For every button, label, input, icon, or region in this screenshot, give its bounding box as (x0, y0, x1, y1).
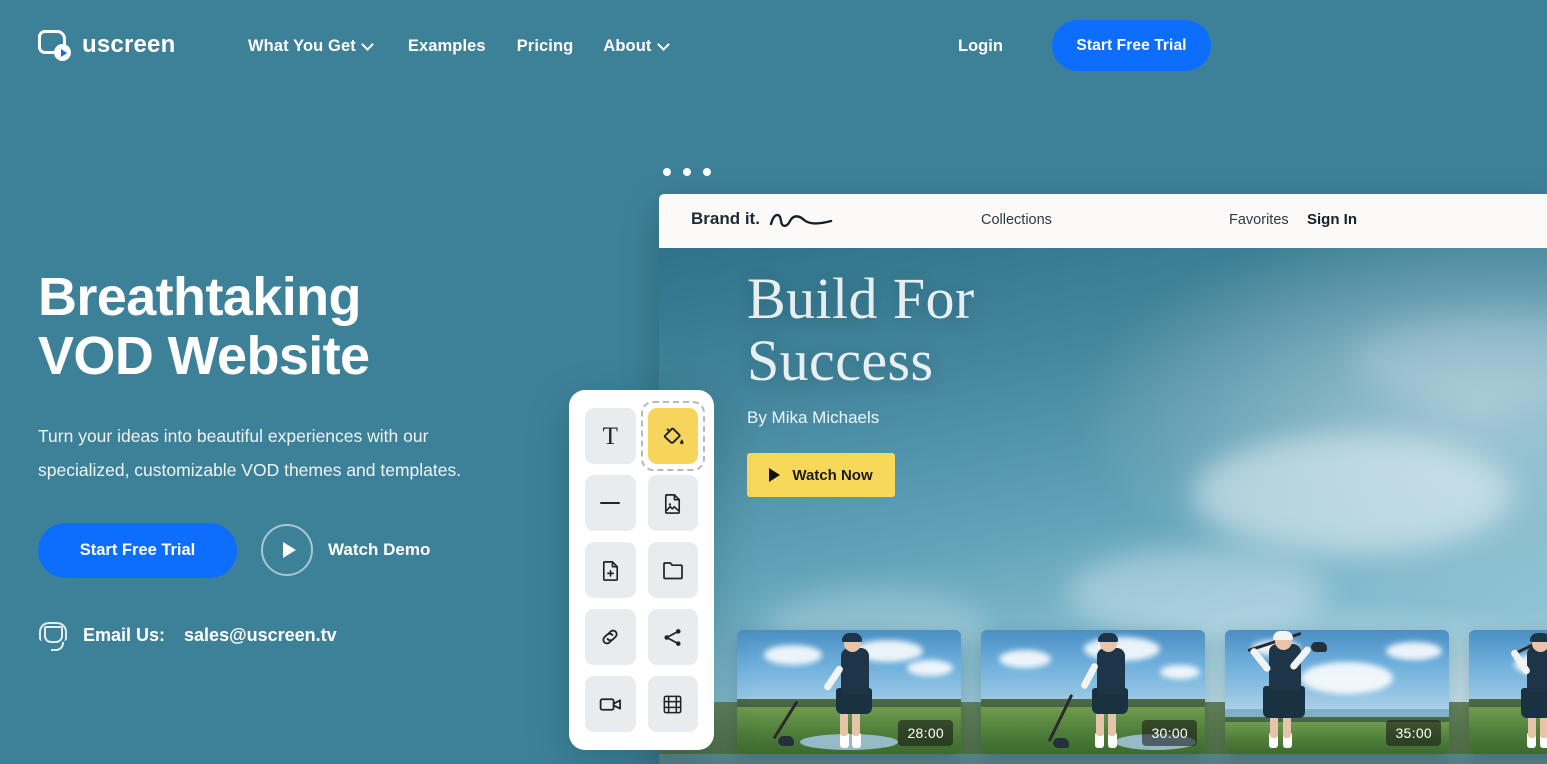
video-thumbnail[interactable] (1469, 630, 1547, 754)
chevron-down-icon (659, 40, 669, 50)
mockup-hero-title: Build For Success (747, 266, 975, 394)
product-mockup: Brand it. Collections Favorites Sign In (651, 162, 1547, 764)
mockup-window: Brand it. Collections Favorites Sign In (659, 194, 1547, 764)
mockup-stage: Build For Success By Mika Michaels Watch… (659, 248, 1547, 764)
mockup-site-nav: Brand it. Collections Favorites Sign In (659, 194, 1547, 248)
main-navigation: What You Get Examples Pricing About (248, 33, 669, 60)
headset-support-icon (38, 620, 70, 652)
nav-label: About (603, 37, 652, 55)
mockup-nav-favorites[interactable]: Favorites (1229, 212, 1289, 228)
paint-bucket-icon (664, 427, 684, 444)
text-T-icon: T (602, 422, 618, 450)
mockup-nav-signin[interactable]: Sign In (1307, 211, 1357, 228)
window-dot (663, 168, 671, 176)
video-thumbnail[interactable]: 30:00 (981, 630, 1205, 754)
add-page-tool[interactable] (585, 542, 636, 598)
video-tool[interactable] (585, 676, 636, 732)
play-triangle-icon (769, 468, 781, 483)
chevron-down-icon (363, 40, 373, 50)
file-plus-icon (602, 560, 618, 581)
thumb-cloud (907, 659, 954, 676)
video-duration-badge: 30:00 (1142, 720, 1197, 746)
nav-item-about[interactable]: About (603, 33, 668, 60)
watch-demo-label: Watch Demo (328, 540, 431, 560)
window-dots (663, 168, 711, 176)
watch-now-button[interactable]: Watch Now (747, 453, 895, 498)
share-tool[interactable] (647, 609, 698, 665)
image-file-icon (665, 493, 681, 514)
cloud (1191, 433, 1512, 554)
mockup-brand: Brand it. (691, 209, 834, 229)
watch-demo-button[interactable]: Watch Demo (261, 524, 431, 577)
horizontal-line-icon (600, 502, 621, 504)
header-start-free-trial-button[interactable]: Start Free Trial (1052, 20, 1211, 71)
hero-actions: Start Free Trial Watch Demo (38, 522, 508, 578)
image-tool[interactable] (647, 475, 698, 531)
nav-item-pricing[interactable]: Pricing (517, 33, 574, 60)
share-nodes-icon (664, 628, 681, 646)
page-title: Breathtaking VOD Website (38, 267, 370, 386)
folder-icon (662, 562, 683, 580)
signature-squiggle-icon (769, 213, 833, 228)
thumb-cloud (763, 644, 822, 665)
line-tool[interactable] (585, 475, 636, 531)
video-thumbnail-strip: 28:00 30:00 35:00 (737, 630, 1547, 754)
hero-start-free-trial-button[interactable]: Start Free Trial (38, 522, 237, 578)
link-tool[interactable] (585, 609, 636, 665)
brand-logo[interactable]: uscreen (38, 30, 176, 61)
video-thumbnail[interactable]: 28:00 (737, 630, 961, 754)
window-dot (703, 168, 711, 176)
nav-item-examples[interactable]: Examples (408, 33, 486, 60)
email-us-label: Email Us: (83, 625, 166, 646)
window-dot (683, 168, 691, 176)
email-contact[interactable]: Email Us: sales@uscreen.tv (38, 620, 508, 652)
thumb-pond (799, 734, 899, 750)
text-tool[interactable]: T (585, 408, 636, 464)
uscreen-play-logo-icon (38, 30, 71, 61)
login-link[interactable]: Login (958, 37, 1003, 56)
video-camera-icon (599, 697, 621, 711)
nav-item-what-you-get[interactable]: What You Get (248, 33, 373, 60)
mockup-brand-label: Brand it. (691, 209, 760, 228)
editor-toolbar: T (569, 390, 714, 750)
thumb-cloud (998, 649, 1051, 668)
play-circle-icon (261, 524, 313, 577)
hero-subtitle: Turn your ideas into beautiful experienc… (38, 425, 462, 481)
fill-tool[interactable] (640, 401, 705, 471)
link-chain-icon (602, 629, 618, 645)
video-duration-badge: 28:00 (898, 720, 953, 746)
landing-page: Brand it. Collections Favorites Sign In (0, 0, 1547, 764)
thumb-cloud (1160, 664, 1201, 679)
filmstrip-tool[interactable] (647, 676, 698, 732)
nav-label: Pricing (516, 37, 574, 55)
mockup-hero-byline: By Mika Michaels (747, 408, 880, 428)
brand-name: uscreen (82, 30, 176, 58)
folder-tool[interactable] (647, 542, 698, 598)
email-address-link[interactable]: sales@uscreen.tv (184, 625, 337, 646)
video-thumbnail[interactable]: 35:00 (1225, 630, 1449, 754)
cloud (1067, 548, 1328, 639)
film-strip-icon (663, 695, 682, 713)
watch-now-label: Watch Now (792, 466, 873, 484)
water-hazard (659, 754, 1547, 764)
video-duration-badge: 35:00 (1386, 720, 1441, 746)
mockup-hero-block: Build For Success By Mika Michaels Watch… (747, 266, 975, 498)
nav-label: Examples (407, 37, 486, 55)
mockup-nav-collections[interactable]: Collections (981, 212, 1052, 228)
nav-label: What You Get (248, 37, 356, 55)
hero-content: Breathtaking VOD Website Turn your ideas… (38, 268, 508, 652)
site-header: uscreen What You Get Examples Pricing Ab… (0, 0, 1547, 92)
